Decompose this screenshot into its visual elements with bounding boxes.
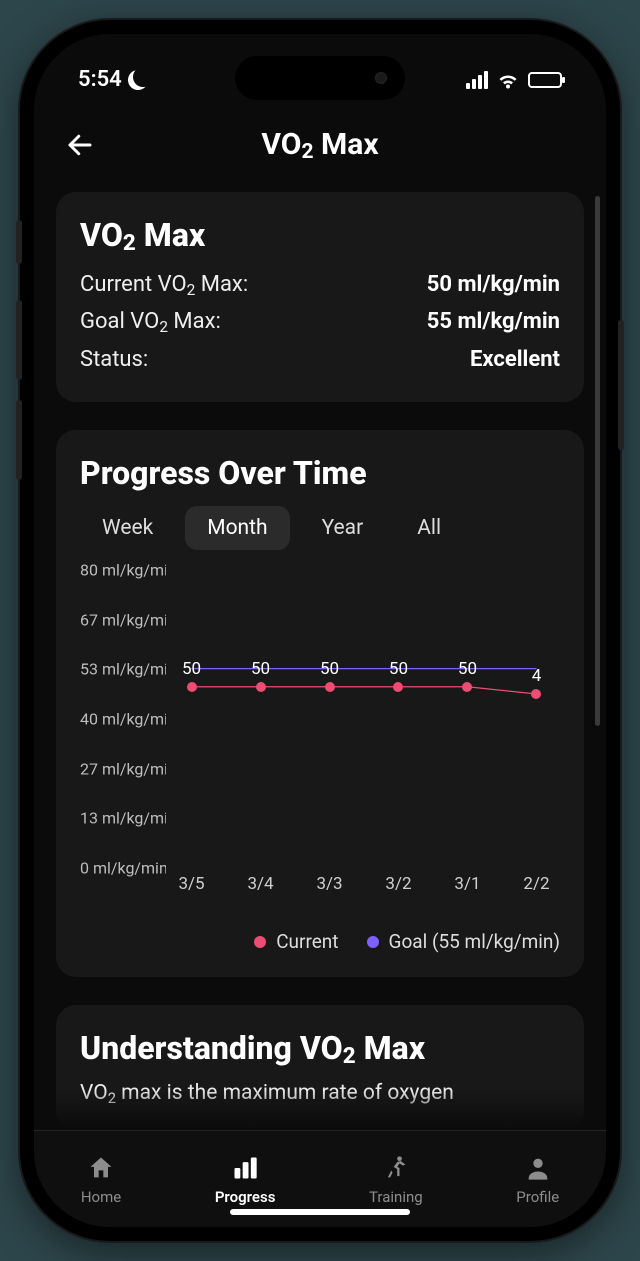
data-point xyxy=(531,689,541,699)
app-bar: VO2 Max xyxy=(34,116,606,174)
info-card: Understanding VO2 Max VO2 max is the max… xyxy=(56,1005,584,1130)
chart-legend: Current Goal (55 ml/kg/min) xyxy=(80,930,560,953)
summary-current-value: 50 ml/kg/min xyxy=(427,266,560,303)
tabbar-profile[interactable]: Profile xyxy=(516,1152,559,1206)
chart-lines xyxy=(168,578,560,868)
x-tick: 2/2 xyxy=(523,874,549,894)
range-tabs: Week Month Year All xyxy=(80,506,560,550)
legend-current-dot-icon xyxy=(254,936,266,948)
data-point-label: 50 xyxy=(182,659,201,679)
data-point xyxy=(393,682,403,692)
y-tick: 40 ml/kg/min xyxy=(80,710,166,729)
tab-week[interactable]: Week xyxy=(80,506,175,550)
y-tick: 0 ml/kg/min xyxy=(80,859,166,878)
data-point-label: 50 xyxy=(458,659,477,679)
data-point-label: 4 xyxy=(532,666,542,686)
data-point xyxy=(325,682,335,692)
summary-current-row: Current VO2 Max: 50 ml/kg/min xyxy=(80,266,560,303)
tab-month[interactable]: Month xyxy=(185,506,289,550)
summary-goal-value: 55 ml/kg/min xyxy=(427,303,560,340)
x-tick: 3/1 xyxy=(454,874,480,894)
x-tick: 3/2 xyxy=(385,874,411,894)
tab-year[interactable]: Year xyxy=(300,506,386,550)
y-tick: 80 ml/kg/min xyxy=(80,561,166,580)
summary-card: VO2 Max Current VO2 Max: 50 ml/kg/min Go… xyxy=(56,192,584,402)
bar-chart-icon xyxy=(229,1152,261,1184)
status-time: 5:54 xyxy=(78,67,122,92)
wifi-icon xyxy=(496,68,520,92)
data-point-label: 50 xyxy=(320,659,339,679)
x-tick: 3/4 xyxy=(247,874,273,894)
summary-title: VO2 Max xyxy=(80,216,560,254)
summary-status-value: Excellent xyxy=(470,341,560,378)
y-tick: 67 ml/kg/min xyxy=(80,610,166,629)
data-point-label: 50 xyxy=(389,659,408,679)
info-title: Understanding VO2 Max xyxy=(80,1029,560,1067)
summary-status-label: Status: xyxy=(80,341,148,378)
summary-goal-label: Goal VO2 Max: xyxy=(80,303,221,340)
running-icon xyxy=(380,1152,412,1184)
person-icon xyxy=(522,1152,554,1184)
summary-status-row: Status: Excellent xyxy=(80,341,560,378)
dynamic-island xyxy=(235,56,405,100)
scroll-indicator[interactable] xyxy=(595,196,600,726)
tabbar-home[interactable]: Home xyxy=(81,1152,121,1206)
data-point xyxy=(187,682,197,692)
cellular-signal-icon xyxy=(466,71,488,89)
arrow-left-icon xyxy=(65,130,95,160)
tab-all[interactable]: All xyxy=(395,506,463,550)
progress-card: Progress Over Time Week Month Year All 8… xyxy=(56,430,584,977)
dnd-moon-icon xyxy=(128,70,148,90)
x-tick: 3/3 xyxy=(316,874,342,894)
y-tick: 27 ml/kg/min xyxy=(80,759,166,778)
summary-goal-row: Goal VO2 Max: 55 ml/kg/min xyxy=(80,303,560,340)
tabbar-progress[interactable]: Progress xyxy=(215,1152,276,1206)
legend-current: Current xyxy=(254,930,338,953)
tabbar-training[interactable]: Training xyxy=(369,1152,423,1206)
home-indicator[interactable] xyxy=(230,1209,410,1215)
battery-icon xyxy=(528,72,562,88)
chart: 80 ml/kg/min67 ml/kg/min53 ml/kg/min40 m… xyxy=(80,570,560,900)
y-tick: 53 ml/kg/min xyxy=(80,660,166,679)
progress-title: Progress Over Time xyxy=(80,454,560,492)
summary-current-label: Current VO2 Max: xyxy=(80,266,248,303)
data-point-label: 50 xyxy=(251,659,270,679)
legend-goal-dot-icon xyxy=(367,936,379,948)
y-tick: 13 ml/kg/min xyxy=(80,809,166,828)
data-point xyxy=(462,682,472,692)
x-tick: 3/5 xyxy=(178,874,204,894)
info-body: VO2 max is the maximum rate of oxygen xyxy=(80,1079,560,1107)
back-button[interactable] xyxy=(60,125,100,165)
data-point xyxy=(256,682,266,692)
home-icon xyxy=(85,1152,117,1184)
page-title: VO2 Max xyxy=(261,127,378,162)
legend-goal: Goal (55 ml/kg/min) xyxy=(367,930,560,953)
